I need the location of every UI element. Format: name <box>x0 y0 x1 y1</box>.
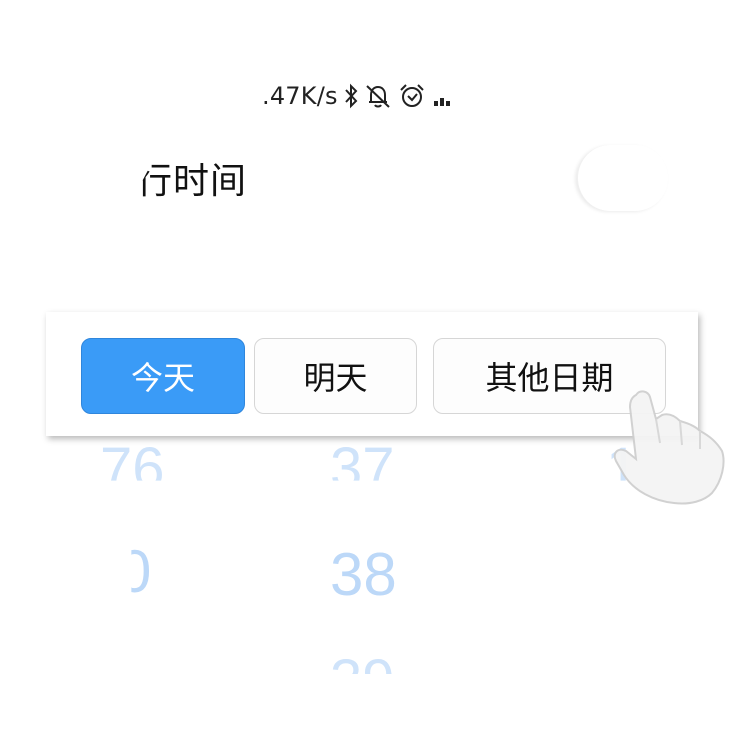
pointer-hand-icon <box>610 385 750 510</box>
bell-muted-icon <box>364 83 392 109</box>
bluetooth-icon <box>344 83 358 109</box>
minute-value-mid: 38 <box>330 541 397 608</box>
hour-value-top: 76 <box>100 436 165 501</box>
status-bar: .47K/s <box>262 78 512 114</box>
signal-icon <box>432 84 456 108</box>
minute-value-bottom: 39 <box>330 648 395 713</box>
hour-value-mid: 0 <box>118 538 152 605</box>
network-speed: .47K/s <box>262 82 338 110</box>
date-selector-panel: 今天 明天 其他日期 <box>46 312 698 436</box>
today-button[interactable]: 今天 <box>81 338 245 414</box>
minute-value-top: 37 <box>330 436 395 501</box>
header-round-button[interactable] <box>577 145 668 211</box>
alarm-icon <box>398 82 426 110</box>
tomorrow-button[interactable]: 明天 <box>254 338 417 414</box>
